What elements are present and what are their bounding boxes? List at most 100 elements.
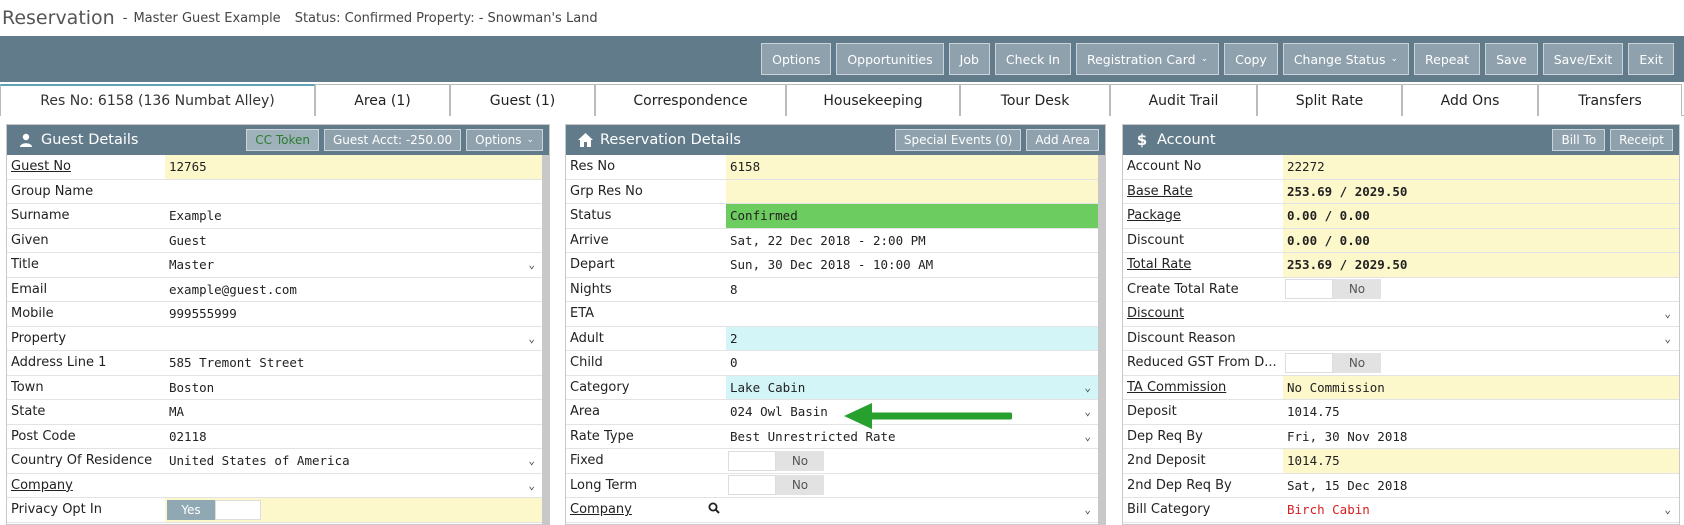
surname-field[interactable]: Example [165,204,543,228]
check-in-button[interactable]: Check In [994,43,1071,75]
reservation-fields: Res No 6158 Grp Res No Status Confirmed Ar… [566,155,1099,523]
package-link[interactable]: Package [1123,204,1283,228]
exit-button[interactable]: Exit [1628,43,1674,75]
country-select[interactable]: United States of America ⌄ [165,449,543,473]
property-label: Property [11,330,67,346]
category-select[interactable]: Lake Cabin ⌄ [726,375,1099,399]
reduced-gst-toggle[interactable]: No [1285,352,1381,373]
options-button[interactable]: Options [761,43,832,75]
ta-commission-field[interactable]: No Commission [1283,375,1679,399]
property-select[interactable]: ⌄ [165,327,543,351]
state-field[interactable]: MA [165,400,543,424]
tab-correspondence[interactable]: Correspondence [595,84,786,116]
given-field[interactable]: Guest [165,229,543,253]
depart-field[interactable]: Sun, 30 Dec 2018 - 10:00 AM [726,253,1099,277]
page-title: Reservation [2,7,115,29]
cc-token-button[interactable]: CC Token [246,129,319,151]
tab-split-rate[interactable]: Split Rate [1257,84,1402,116]
guest-scrollbar[interactable] [542,155,549,524]
add-area-label: Add Area [1035,133,1090,147]
post-code-field[interactable]: 02118 [165,425,543,449]
chevron-down-icon: ⌄ [1084,429,1091,443]
tab-housekeeping[interactable]: Housekeeping [786,84,960,116]
discount-select[interactable]: ⌄ [1283,302,1679,326]
tab-audit-trail[interactable]: Audit Trail [1110,84,1257,116]
nights-label: Nights [570,281,612,297]
address-line-1-field[interactable]: 585 Tremont Street [165,351,543,375]
registration-card-button[interactable]: Registration Card ⌄ [1075,43,1220,75]
eta-field[interactable] [726,302,1099,326]
fixed-toggle[interactable]: No [728,450,824,471]
account-no-field: 22272 [1283,155,1679,179]
discount-reason-label: Discount Reason [1127,330,1236,346]
opportunities-button[interactable]: Opportunities [836,43,944,75]
repeat-button[interactable]: Repeat [1414,43,1481,75]
company-link[interactable]: Company [7,474,165,498]
dep-req-by-field[interactable]: Fri, 30 Nov 2018 [1283,425,1679,449]
second-deposit-field[interactable]: 1014.75 [1283,449,1679,473]
title-select[interactable]: Master ⌄ [165,253,543,277]
tab-add-ons[interactable]: Add Ons [1402,84,1538,116]
res-company-link[interactable]: Company [566,498,726,522]
area-value: 024 Owl Basin [730,404,828,420]
base-rate-link[interactable]: Base Rate [1123,180,1283,204]
special-events-button[interactable]: Special Events (0) [894,129,1022,151]
guest-account-button[interactable]: Guest Acct: -250.00 [324,129,462,151]
total-rate-field: 253.69 / 2029.50 [1283,253,1679,277]
bill-category-select[interactable]: Birch Cabin ⌄ [1283,498,1679,522]
copy-button[interactable]: Copy [1224,43,1278,75]
adult-field[interactable]: 2 [726,326,1099,350]
bill-to-button[interactable]: Bill To [1552,129,1606,151]
chevron-down-icon: ⌄ [526,135,534,145]
guest-options-button[interactable]: Options ⌄ [466,129,543,151]
second-dep-req-by-field[interactable]: Sat, 15 Dec 2018 [1283,474,1679,498]
toggle-no: No [1333,352,1381,373]
receipt-button[interactable]: Receipt [1610,129,1673,151]
guest-no-field[interactable]: 12765 [165,155,543,179]
tab-tour-desk[interactable]: Tour Desk [960,84,1110,116]
group-name-field[interactable] [165,180,543,204]
discount-link[interactable]: Discount [1123,302,1283,326]
tab-transfers[interactable]: Transfers [1538,84,1682,116]
ta-commission-link[interactable]: TA Commission [1123,376,1283,400]
save-exit-button[interactable]: Save/Exit [1542,43,1624,75]
create-total-rate-toggle[interactable]: No [1285,279,1381,300]
repeat-button-label: Repeat [1425,51,1470,67]
arrive-field[interactable]: Sat, 22 Dec 2018 - 2:00 PM [726,229,1099,253]
tab-area[interactable]: Area (1) [315,84,450,116]
company-select[interactable]: ⌄ [165,474,543,498]
discount-reason-select[interactable]: ⌄ [1283,327,1679,351]
tab-res-no[interactable]: Res No: 6158 (136 Numbat Alley) [0,84,315,116]
privacy-toggle[interactable]: Yes [167,499,261,520]
tab-guest[interactable]: Guest (1) [450,84,595,116]
town-field[interactable]: Boston [165,376,543,400]
email-field[interactable]: example@guest.com [165,278,543,302]
exit-button-label: Exit [1639,51,1663,67]
total-rate-link[interactable]: Total Rate [1123,253,1283,277]
deposit-field[interactable]: 1014.75 [1283,400,1679,424]
base-rate-field: 253.69 / 2029.50 [1283,179,1679,203]
guest-no-label[interactable]: Guest No [7,155,165,179]
mobile-field[interactable]: 999555999 [165,302,543,326]
search-icon[interactable] [708,502,720,518]
toggle-off-side [1285,352,1333,373]
guest-account-label: Guest Acct: -250.00 [333,133,453,147]
rate-type-label: Rate Type [570,428,634,444]
child-field[interactable]: 0 [726,351,1099,375]
res-company-select[interactable]: ⌄ [726,498,1099,522]
tab-label: Area (1) [354,92,411,109]
chevron-down-icon: ⌄ [1390,54,1399,64]
save-button[interactable]: Save [1485,43,1538,75]
long-term-toggle[interactable]: No [728,475,824,496]
account-fields: Account No 22272 Base Rate 253.69 / 2029.5… [1123,155,1679,523]
reservation-scrollbar[interactable] [1098,155,1105,524]
nights-field[interactable]: 8 [726,278,1099,302]
add-area-button[interactable]: Add Area [1026,129,1099,151]
tab-label: Audit Trail [1148,92,1219,109]
job-button[interactable]: Job [948,43,990,75]
change-status-button[interactable]: Change Status ⌄ [1282,43,1410,75]
receipt-label: Receipt [1619,133,1664,147]
second-deposit-label: 2nd Deposit [1127,453,1206,469]
check-in-button-label: Check In [1005,51,1060,67]
grp-res-no-field[interactable] [726,179,1099,203]
